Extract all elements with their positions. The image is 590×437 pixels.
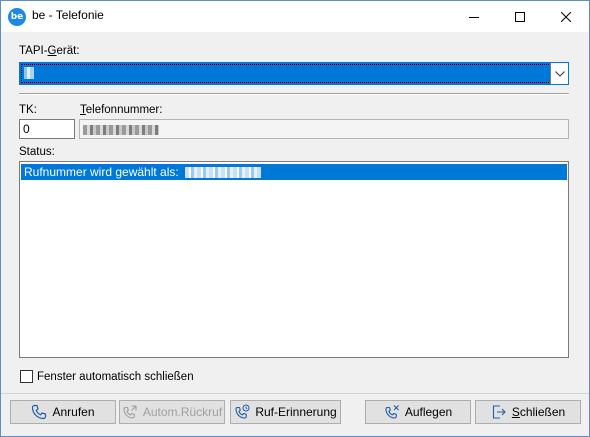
call-button-label: Anrufen [52,405,95,419]
telefonnummer-label: Telefonnummer: [80,104,163,116]
dialed-number-redacted [185,167,262,179]
call-reminder-button-label: Ruf-Erinnerung [255,405,337,419]
call-button[interactable]: Anrufen [10,400,116,424]
telefonie-window: be be - Telefonie TAPI-Gerät: TK: Telefo… [0,0,590,437]
tapi-device-value-redacted [24,67,34,79]
chevron-down-icon [554,70,565,77]
app-logo: be [8,8,26,26]
phone-redial-icon [123,405,137,419]
close-button[interactable] [543,1,589,32]
close-dialog-button-label: Schließen [511,405,566,419]
phone-reminder-icon [235,404,250,419]
auto-close-checkbox[interactable] [20,370,33,383]
button-bar-divider [1,393,589,394]
status-message: Rufnummer wird gewählt als: [24,165,179,179]
hang-up-button[interactable]: Auflegen [365,400,471,424]
phone-icon [32,404,47,420]
status-list-item[interactable]: Rufnummer wird gewählt als: [21,164,567,180]
hang-up-button-label: Auflegen [404,405,453,419]
call-reminder-button[interactable]: Ruf-Erinnerung [230,400,341,424]
auto-close-option[interactable]: Fenster automatisch schließen [20,370,194,383]
auto-close-label: Fenster automatisch schließen [37,370,194,383]
telefonnummer-input[interactable] [79,119,569,139]
maximize-icon [515,11,525,22]
tk-input[interactable]: 0 [19,119,75,139]
maximize-button[interactable] [497,1,543,32]
minimize-button[interactable] [451,1,497,32]
phone-number-redacted [83,125,159,136]
close-dialog-button[interactable]: Schließen [475,400,581,424]
minimize-icon [469,16,479,18]
phone-hangup-icon [385,405,399,419]
tapi-device-label: TAPI-Gerät: [19,45,80,57]
combo-dropdown-button[interactable] [550,63,568,84]
status-label: Status: [19,146,55,158]
tapi-device-select[interactable] [19,62,569,85]
window-title: be - Telefonie [32,8,104,22]
separator [19,93,569,95]
close-icon [561,11,571,22]
status-list[interactable]: Rufnummer wird gewählt als: [19,161,569,358]
exit-icon [492,405,506,419]
tk-label: TK: [19,104,37,116]
auto-callback-button-label: Autom.Rückruf [142,405,223,419]
title-bar[interactable]: be be - Telefonie [1,1,589,32]
auto-callback-button[interactable]: Autom.Rückruf [119,400,225,424]
